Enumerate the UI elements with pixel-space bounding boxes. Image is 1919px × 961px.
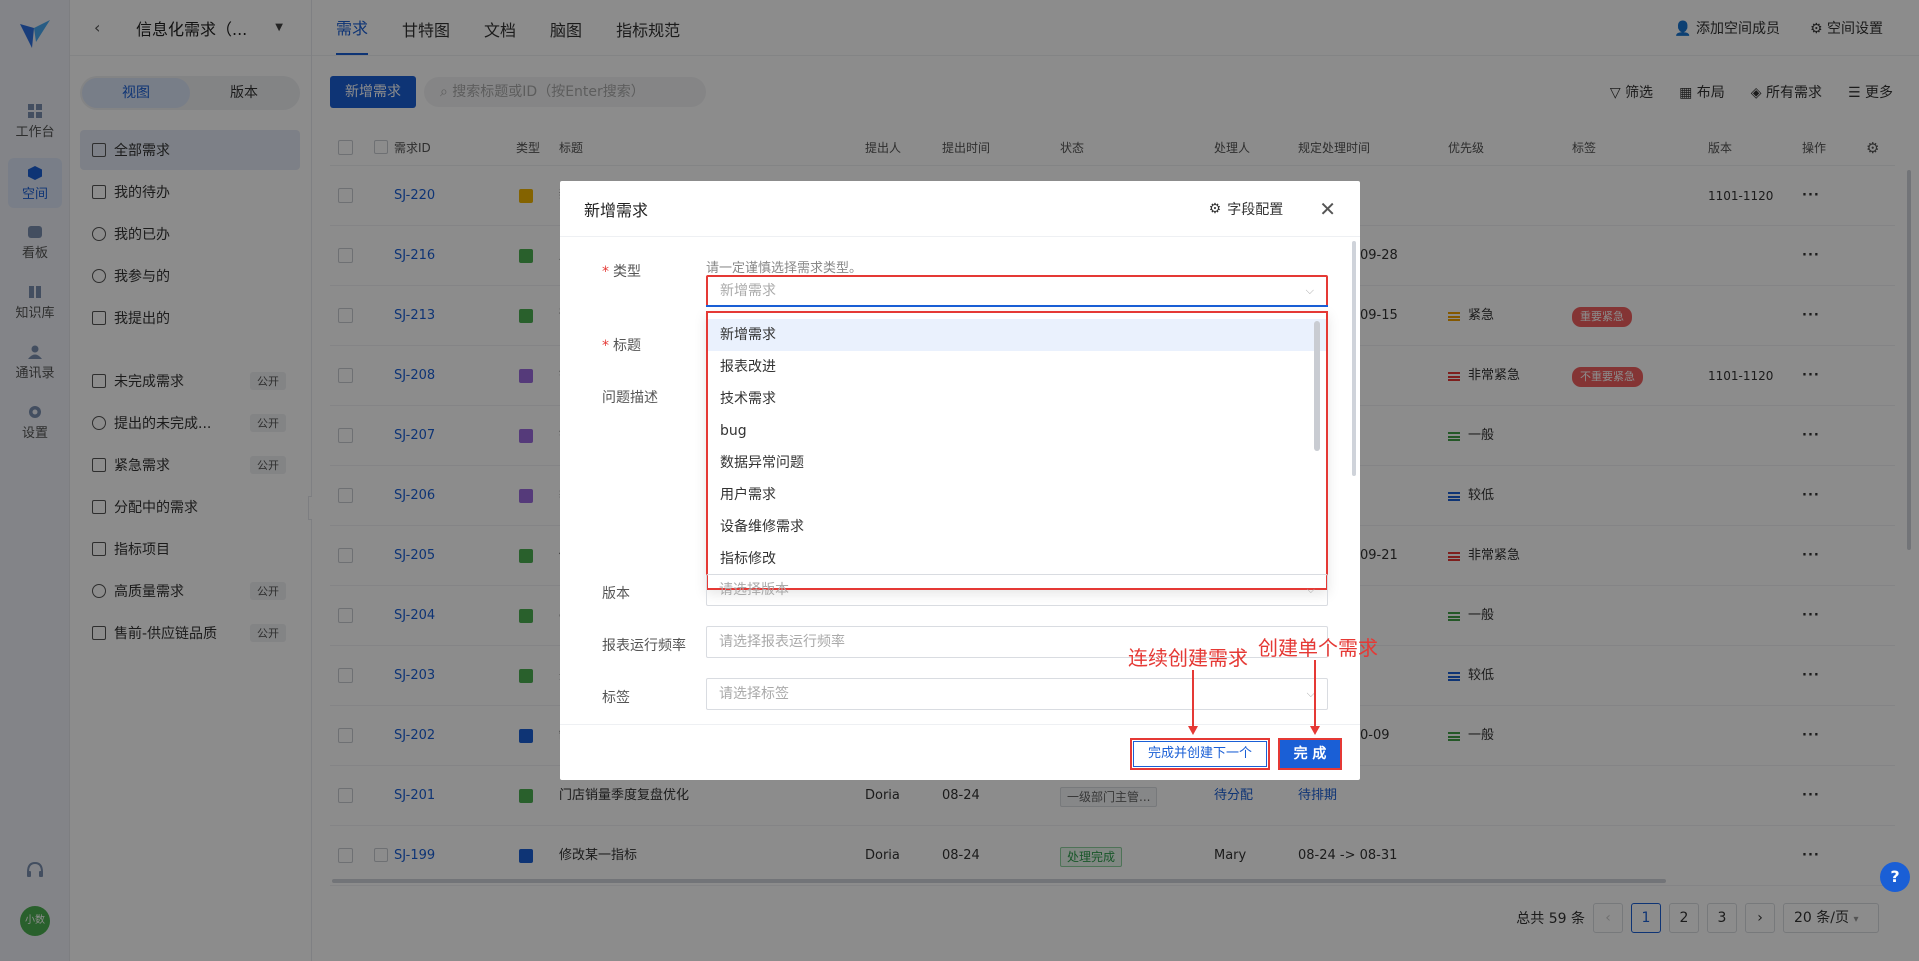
annotation-arrowhead-single [1310, 726, 1320, 735]
dropdown-option[interactable]: 新增需求 [708, 319, 1326, 351]
annotation-continuous: 连续创建需求 [1128, 646, 1248, 670]
dropdown-option[interactable]: 用户需求 [708, 479, 1326, 511]
type-dropdown: 新增需求 报表改进 技术需求 bug 数据异常问题 用户需求 设备维修需求 指标修改 [706, 311, 1328, 590]
complete-button[interactable]: 完 成 [1278, 738, 1342, 770]
type-hint: 请一定谨慎选择需求类型。 [706, 261, 863, 276]
complete-and-next-button[interactable]: 完成并创建下一个 [1130, 738, 1270, 770]
tags-select[interactable]: 请选择标签 ⌵ [706, 678, 1328, 710]
annotation-arrowhead-continuous [1188, 726, 1198, 735]
chevron-down-icon: ⌵ [1306, 583, 1315, 596]
frequency-label: 报表运行频率 [602, 638, 686, 654]
dialog-footer: 完成并创建下一个 完 成 [560, 724, 1360, 780]
close-icon[interactable]: ✕ [1319, 197, 1336, 221]
tags-label: 标签 [602, 690, 630, 706]
dropdown-option[interactable]: 设备维修需求 [708, 511, 1326, 543]
annotation-arrow-continuous [1192, 670, 1194, 726]
dropdown-option[interactable]: bug [708, 415, 1326, 447]
type-select[interactable]: 新增需求 ⌵ [706, 275, 1328, 307]
annotation-arrow-single [1314, 660, 1316, 726]
chevron-down-icon: ⌵ [1305, 284, 1314, 297]
version-select[interactable]: 请选择版本 ⌵ [706, 574, 1328, 606]
help-question-icon[interactable]: ? [1880, 862, 1910, 892]
dialog-header: 新增需求 ⚙ 字段配置 ✕ [560, 181, 1360, 237]
dialog-title: 新增需求 [584, 200, 649, 220]
dropdown-option[interactable]: 技术需求 [708, 383, 1326, 415]
dropdown-option[interactable]: 数据异常问题 [708, 447, 1326, 479]
annotation-single: 创建单个需求 [1258, 636, 1378, 660]
dropdown-scrollbar[interactable] [1314, 321, 1320, 451]
field-config-button[interactable]: ⚙ 字段配置 [1209, 199, 1284, 219]
new-requirement-dialog: 新增需求 ⚙ 字段配置 ✕ * 类型 请一定谨慎选择需求类型。 新增需求 ⌵ * 标题… [560, 181, 1360, 780]
title-label: * 标题 [602, 338, 641, 354]
type-label: * 类型 [602, 264, 641, 280]
dialog-scrollbar[interactable] [1352, 241, 1356, 476]
version-label: 版本 [602, 586, 630, 602]
description-label: 问题描述 [602, 390, 658, 406]
dropdown-option[interactable]: 报表改进 [708, 351, 1326, 383]
gear-icon: ⚙ [1208, 200, 1222, 217]
dropdown-option[interactable]: 指标修改 [708, 543, 1326, 575]
